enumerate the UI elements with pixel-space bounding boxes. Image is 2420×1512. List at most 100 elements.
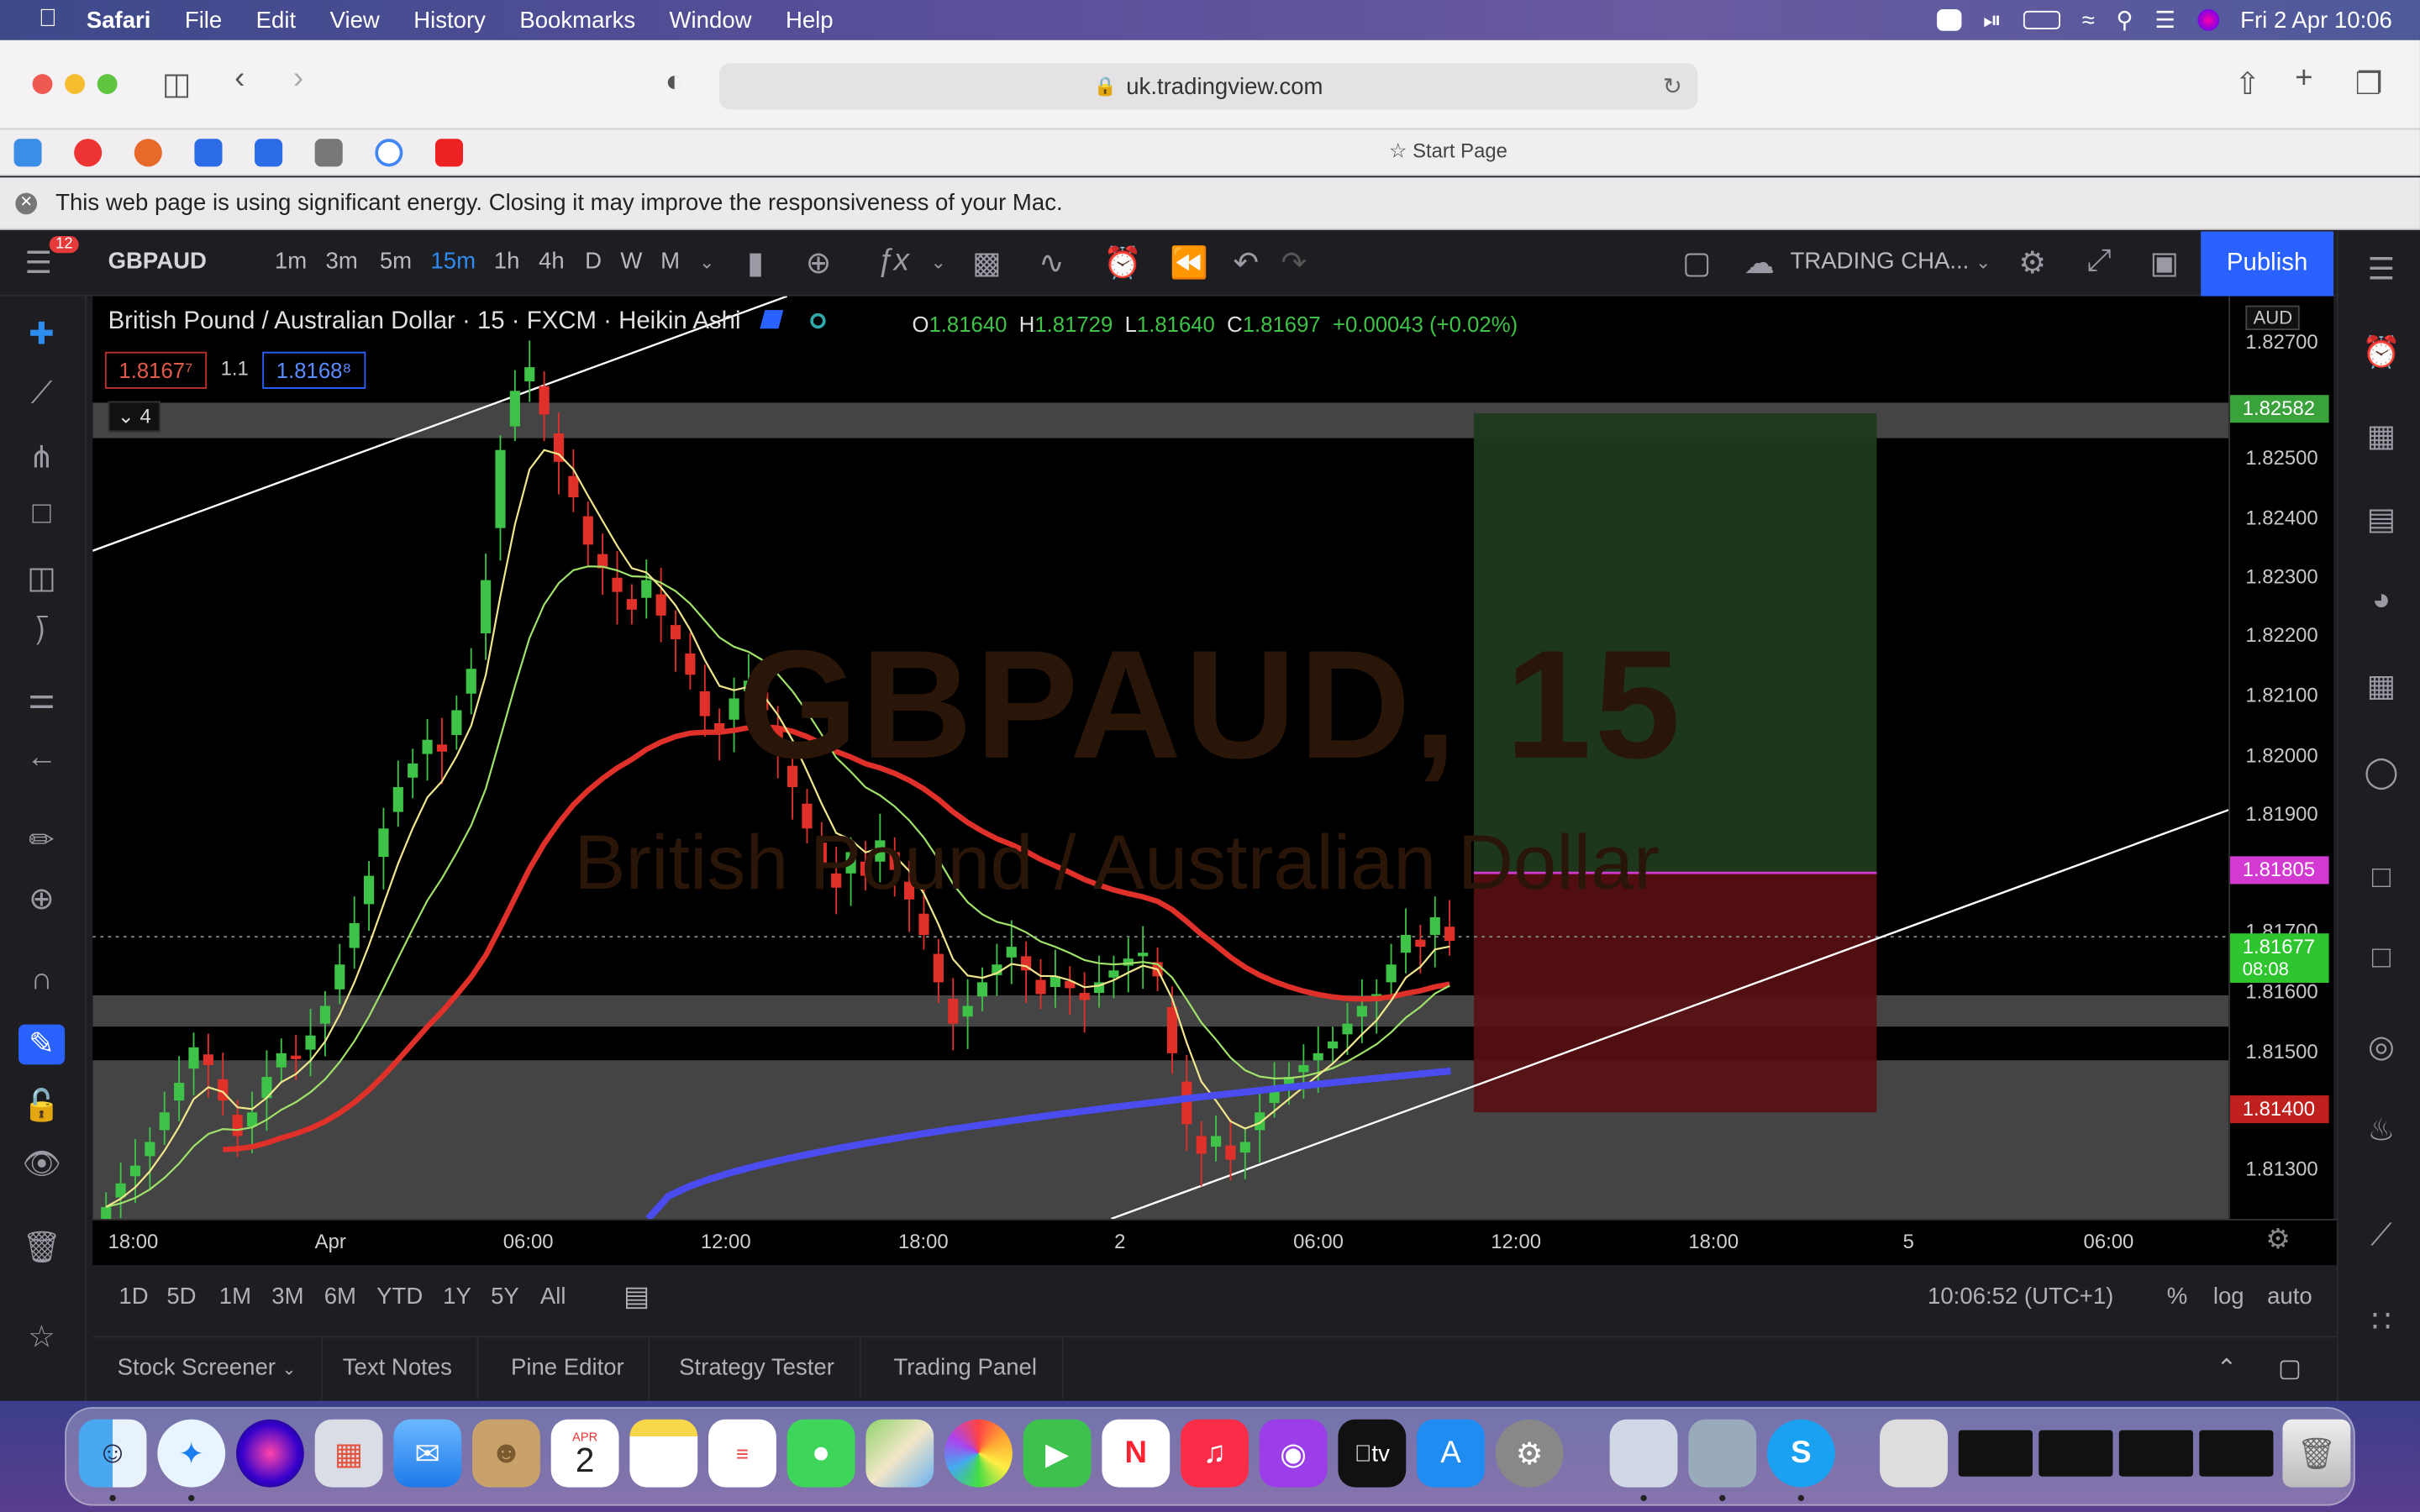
financials-icon[interactable]: ▩: [972, 244, 1002, 282]
preview-icon[interactable]: [1609, 1419, 1678, 1488]
favorite-4-icon[interactable]: [194, 139, 223, 167]
menu-app-name[interactable]: Safari: [87, 7, 151, 33]
grid-dots-icon[interactable]: ∷: [2360, 1302, 2402, 1345]
news-app-icon[interactable]: N: [1102, 1419, 1171, 1488]
reload-icon[interactable]: ↻: [1663, 72, 1682, 100]
compare-add-icon[interactable]: ⊕: [806, 244, 832, 282]
timeframe-w[interactable]: W: [620, 249, 642, 275]
menu-view[interactable]: View: [330, 7, 380, 33]
rectangle-icon[interactable]: □: [18, 496, 65, 537]
favorite-tradingview-icon[interactable]: [13, 139, 42, 167]
hide-panel-arrow-icon[interactable]: ←: [18, 741, 65, 781]
alert-icon[interactable]: ⏰: [1103, 244, 1142, 282]
system-preferences-icon[interactable]: ⚙: [1495, 1419, 1564, 1488]
notes-icon[interactable]: [629, 1419, 698, 1488]
tab-pine-editor[interactable]: Pine Editor: [487, 1337, 650, 1399]
messages-icon[interactable]: □: [2360, 941, 2402, 984]
range-5y[interactable]: 5Y: [491, 1284, 519, 1310]
range-1m[interactable]: 1M: [219, 1284, 251, 1310]
range-all[interactable]: All: [540, 1284, 566, 1310]
watchlist-icon[interactable]: ☰: [2360, 250, 2402, 293]
privacy-shield-icon[interactable]: ◐: [666, 65, 684, 100]
podcasts-icon[interactable]: ◉: [1259, 1419, 1328, 1488]
facetime-icon[interactable]: ▶: [1023, 1419, 1092, 1488]
finder-icon[interactable]: ☺: [78, 1419, 147, 1488]
redo-icon[interactable]: ↷: [1281, 244, 1307, 282]
crosshair-icon[interactable]: ✚: [18, 315, 65, 355]
back-icon[interactable]: ‹: [234, 61, 245, 97]
collapse-panel-icon[interactable]: ⌃: [2217, 1353, 2238, 1384]
publish-button[interactable]: Publish: [2201, 231, 2334, 297]
range-3m[interactable]: 3M: [271, 1284, 303, 1310]
checkmark-status-icon[interactable]: [1936, 9, 1962, 31]
utc-clock[interactable]: 10:06:52 (UTC+1): [1928, 1284, 2113, 1310]
alarm-clock-icon[interactable]: ⏰: [2360, 333, 2402, 376]
menubar-clock[interactable]: Fri 2 Apr 10:06: [2240, 7, 2392, 33]
trash-icon[interactable]: 🗑: [18, 1228, 65, 1268]
settings-gear-icon[interactable]: ⚙: [2018, 244, 2046, 282]
favorite-6-icon[interactable]: [314, 139, 343, 167]
chevron-down-icon[interactable]: ⌄: [1975, 251, 1991, 273]
battery-icon[interactable]: [2023, 10, 2060, 29]
symbol-search[interactable]: GBPAUD: [108, 249, 207, 275]
mail-icon[interactable]: ✉: [393, 1419, 462, 1488]
app-store-icon[interactable]: A: [1417, 1419, 1485, 1488]
range-1d[interactable]: 1D: [118, 1284, 148, 1310]
start-page-link[interactable]: ☆ Start Page: [1389, 139, 1507, 163]
play-status-icon[interactable]: ⏯: [1983, 7, 2002, 33]
percent-toggle[interactable]: %: [2167, 1284, 2188, 1310]
spotlight-icon[interactable]: ⚲: [2116, 6, 2133, 34]
apple-icon[interactable]: : [22, 6, 74, 34]
chevron-down-icon[interactable]: ⌄: [931, 251, 946, 273]
timeframe-d[interactable]: D: [585, 249, 602, 275]
range-6m[interactable]: 6M: [324, 1284, 356, 1310]
trendline-icon[interactable]: ⟋: [18, 376, 65, 417]
close-window-button[interactable]: [32, 74, 53, 95]
menu-window[interactable]: Window: [670, 7, 752, 33]
contacts-icon[interactable]: ☻: [472, 1419, 540, 1488]
go-to-date-icon[interactable]: ▤: [623, 1280, 650, 1313]
menu-help[interactable]: Help: [786, 7, 834, 33]
notifications-bell-icon[interactable]: ♨: [2360, 1110, 2402, 1153]
timeframe-m[interactable]: M: [660, 249, 680, 275]
sell-button[interactable]: 1.8167⁷: [104, 351, 207, 389]
hotlist-icon[interactable]: ◕: [2360, 583, 2402, 626]
launchpad-icon[interactable]: ▦: [314, 1419, 383, 1488]
close-banner-icon[interactable]: ✕: [15, 192, 38, 214]
document-icon[interactable]: [1880, 1419, 1948, 1488]
favorites-star-icon[interactable]: ☆: [18, 1318, 65, 1358]
ideas-bulb-icon[interactable]: ◯: [2360, 753, 2402, 795]
chart-legend-title[interactable]: British Pound / Australian Dollar · 15 ·…: [108, 308, 826, 336]
share-icon[interactable]: ⇧: [2235, 65, 2261, 103]
timeframe-3m[interactable]: 3m: [326, 249, 358, 275]
undo-icon[interactable]: ↶: [1234, 244, 1260, 282]
auto-toggle[interactable]: auto: [2267, 1284, 2312, 1310]
lock-drawing-icon[interactable]: ✎: [18, 1024, 66, 1065]
minimize-window-button[interactable]: [65, 74, 86, 95]
magnet-icon[interactable]: ∩: [18, 963, 65, 1003]
indicators-icon[interactable]: ƒx: [876, 244, 909, 279]
candle-type-icon[interactable]: ▮: [747, 244, 764, 282]
favorite-5-icon[interactable]: [255, 139, 283, 167]
utility-app-icon[interactable]: [1688, 1419, 1757, 1488]
trend-line-icon[interactable]: ⟋: [2360, 1219, 2402, 1262]
music-icon[interactable]: ♫: [1181, 1419, 1249, 1488]
templates-icon[interactable]: ∿: [1039, 244, 1065, 282]
timeframe-1m[interactable]: 1m: [275, 249, 307, 275]
pitchfork-icon[interactable]: ⋔: [18, 438, 65, 479]
timeframe-5m[interactable]: 5m: [380, 249, 412, 275]
snapshot-camera-icon[interactable]: ▣: [2150, 244, 2180, 282]
tab-text-notes[interactable]: Text Notes: [318, 1337, 479, 1399]
text-note-icon[interactable]: ◫: [18, 559, 65, 599]
menu-file[interactable]: File: [185, 7, 222, 33]
chat-icon[interactable]: □: [2360, 861, 2402, 904]
axis-settings-icon[interactable]: ⚙: [2265, 1224, 2291, 1257]
layout-name[interactable]: TRADING CHA...: [1791, 249, 1970, 275]
ruler-icon[interactable]: ✏: [18, 821, 65, 861]
wifi-icon[interactable]: ≈: [2082, 7, 2095, 33]
forward-icon[interactable]: ›: [293, 61, 303, 97]
menu-history[interactable]: History: [413, 7, 486, 33]
zoom-in-icon[interactable]: ⊕: [18, 879, 65, 920]
indicators-toggle[interactable]: ⌄ 4: [108, 401, 161, 433]
skype-icon[interactable]: S: [1767, 1419, 1835, 1488]
